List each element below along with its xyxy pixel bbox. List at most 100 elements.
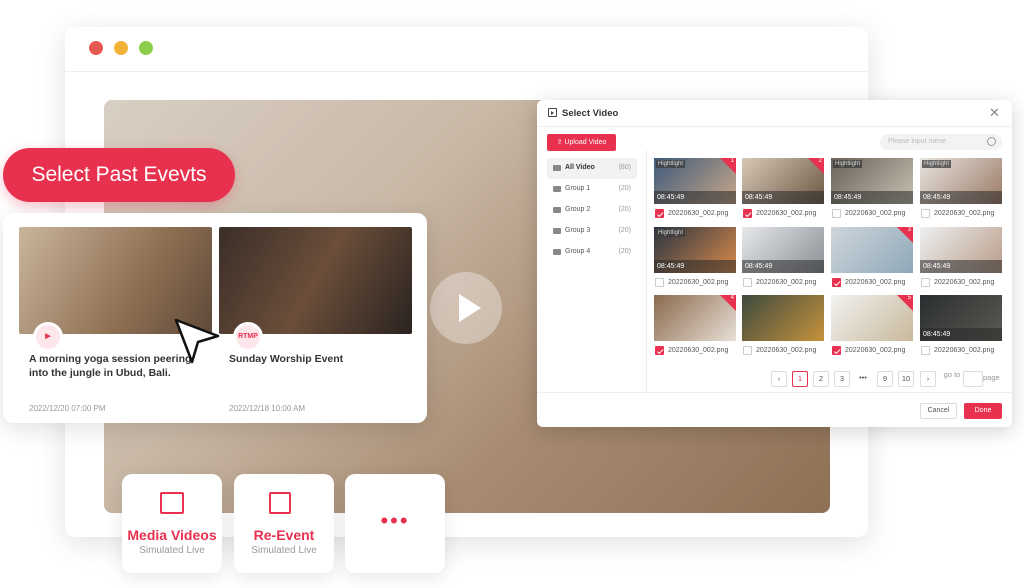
highlight-tag: Hightlight	[656, 160, 686, 168]
video-thumbnail[interactable]: Hightlight 08:45:49	[831, 158, 913, 204]
tile-more[interactable]: •••	[345, 474, 445, 573]
video-thumbnail[interactable]: 08:45:49	[742, 227, 824, 273]
play-button-icon[interactable]	[430, 272, 502, 344]
folder-icon	[553, 186, 561, 192]
video-thumbnail[interactable]: 4	[654, 295, 736, 341]
page-button[interactable]: 10	[898, 371, 914, 387]
sidebar-item-group[interactable]: Group 2 (20)	[547, 200, 637, 221]
group-count: (20)	[618, 227, 631, 234]
sidebar-item-group[interactable]: All Video (80)	[547, 158, 637, 179]
video-item-label: 20220630_002.png	[655, 278, 743, 288]
highlight-tag: Hightlight	[656, 229, 686, 237]
video-item-label: 20220630_002.png	[655, 346, 743, 356]
folder-icon	[553, 165, 561, 171]
video-item-label: 20220630_002.png	[832, 346, 920, 356]
video-thumbnail[interactable]: Hightlight 08:45:49	[654, 227, 736, 273]
event-title: Sunday Worship Event	[229, 353, 344, 365]
video-item-label: 20220630_002.png	[743, 278, 831, 288]
checkbox[interactable]	[743, 278, 752, 287]
event-thumbnail[interactable]	[219, 227, 412, 334]
file-name: 20220630_002.png	[845, 347, 906, 354]
minimize-dot[interactable]	[114, 41, 128, 55]
page-button[interactable]: 9	[877, 371, 893, 387]
video-thumbnail[interactable]: 08:45:49	[920, 227, 1002, 273]
selection-order-number: 2	[818, 158, 822, 164]
folder-icon	[553, 228, 561, 234]
checkbox[interactable]	[921, 209, 930, 218]
maximize-dot[interactable]	[139, 41, 153, 55]
video-duration: 08:45:49	[920, 328, 1002, 341]
close-icon[interactable]: ✕	[989, 105, 1000, 121]
page-button[interactable]: 1	[792, 371, 808, 387]
sidebar-item-group[interactable]: Group 3 (20)	[547, 221, 637, 242]
cursor-arrow-icon	[174, 318, 220, 364]
video-thumbnail[interactable]: 08:45:49	[920, 295, 1002, 341]
prev-page-button[interactable]: ‹	[771, 371, 787, 387]
close-dot[interactable]	[89, 41, 103, 55]
selection-order-number: 3	[907, 227, 911, 233]
file-name: 20220630_002.png	[756, 210, 817, 217]
ellipsis: •••	[855, 371, 871, 387]
group-label: All Video	[565, 164, 595, 171]
upload-video-button[interactable]: ⇪ Upload Video	[547, 134, 616, 151]
checkbox[interactable]	[832, 346, 841, 355]
page-button[interactable]: 3	[834, 371, 850, 387]
select-past-events-banner[interactable]: Select Past Evevts	[3, 148, 235, 202]
selection-order-number: 1	[730, 158, 734, 164]
upload-label: Upload Video	[564, 139, 607, 146]
highlight-tag: Hightlight	[833, 160, 863, 168]
group-label: Group 1	[565, 185, 591, 192]
video-duration: 08:45:49	[831, 191, 913, 204]
event-date: 2022/12/18 10:00 AM	[229, 404, 306, 413]
sidebar-item-group[interactable]: Group 1 (20)	[547, 179, 637, 200]
checkbox[interactable]	[832, 209, 841, 218]
video-thumbnail[interactable]: Hightlight 08:45:49 1	[654, 158, 736, 204]
video-duration: 08:45:49	[742, 191, 824, 204]
file-name: 20220630_002.png	[845, 210, 906, 217]
done-button[interactable]: Done	[964, 403, 1002, 419]
video-duration: 08:45:49	[920, 191, 1002, 204]
search-input[interactable]: Please input name	[880, 134, 1002, 150]
group-count: (20)	[618, 185, 631, 192]
file-name: 20220630_002.png	[756, 279, 817, 286]
goto-page-input[interactable]	[963, 371, 983, 387]
cancel-button[interactable]: Cancel	[920, 403, 957, 419]
next-page-button[interactable]: ›	[920, 371, 936, 387]
clapper-play-icon	[160, 492, 184, 514]
video-duration: 08:45:49	[654, 260, 736, 273]
tile-re-event[interactable]: Re-Event Simulated Live	[234, 474, 334, 573]
sidebar-item-group[interactable]: Group 4 (20)	[547, 242, 637, 263]
video-thumbnail[interactable]: 3	[831, 227, 913, 273]
video-thumbnail[interactable]: 5	[831, 295, 913, 341]
checkbox[interactable]	[921, 346, 930, 355]
search-icon[interactable]	[987, 137, 996, 146]
checkbox[interactable]	[743, 346, 752, 355]
checkbox[interactable]	[743, 209, 752, 218]
file-name: 20220630_002.png	[668, 279, 729, 286]
page-button[interactable]: 2	[813, 371, 829, 387]
video-thumbnail[interactable]	[742, 295, 824, 341]
goto-label: go to	[942, 371, 962, 387]
video-thumbnail[interactable]: 08:45:49 2	[742, 158, 824, 204]
file-name: 20220630_002.png	[668, 210, 729, 217]
event-item[interactable]: RTMP Sunday Worship Event 2022/12/18 10:…	[219, 227, 412, 413]
video-item-label: 20220630_002.png	[655, 209, 743, 219]
video-item-label: 20220630_002.png	[921, 346, 1009, 356]
highlight-tag: Hightlight	[922, 160, 952, 168]
file-name: 20220630_002.png	[934, 279, 995, 286]
event-date: 2022/12/20 07:00 PM	[29, 404, 106, 413]
checkbox[interactable]	[921, 278, 930, 287]
file-name: 20220630_002.png	[934, 347, 995, 354]
file-name: 20220630_002.png	[845, 279, 906, 286]
checkbox[interactable]	[655, 346, 664, 355]
search-placeholder: Please input name	[888, 138, 946, 145]
checkbox[interactable]	[655, 278, 664, 287]
video-thumbnail[interactable]: Hightlight 08:45:49	[920, 158, 1002, 204]
group-count: (20)	[618, 206, 631, 213]
checkbox[interactable]	[832, 278, 841, 287]
group-label: Group 2	[565, 206, 591, 213]
selection-order-number: 5	[907, 295, 911, 301]
checkbox[interactable]	[655, 209, 664, 218]
video-item-label: 20220630_002.png	[921, 278, 1009, 288]
tile-media-videos[interactable]: Media Videos Simulated Live	[122, 474, 222, 573]
